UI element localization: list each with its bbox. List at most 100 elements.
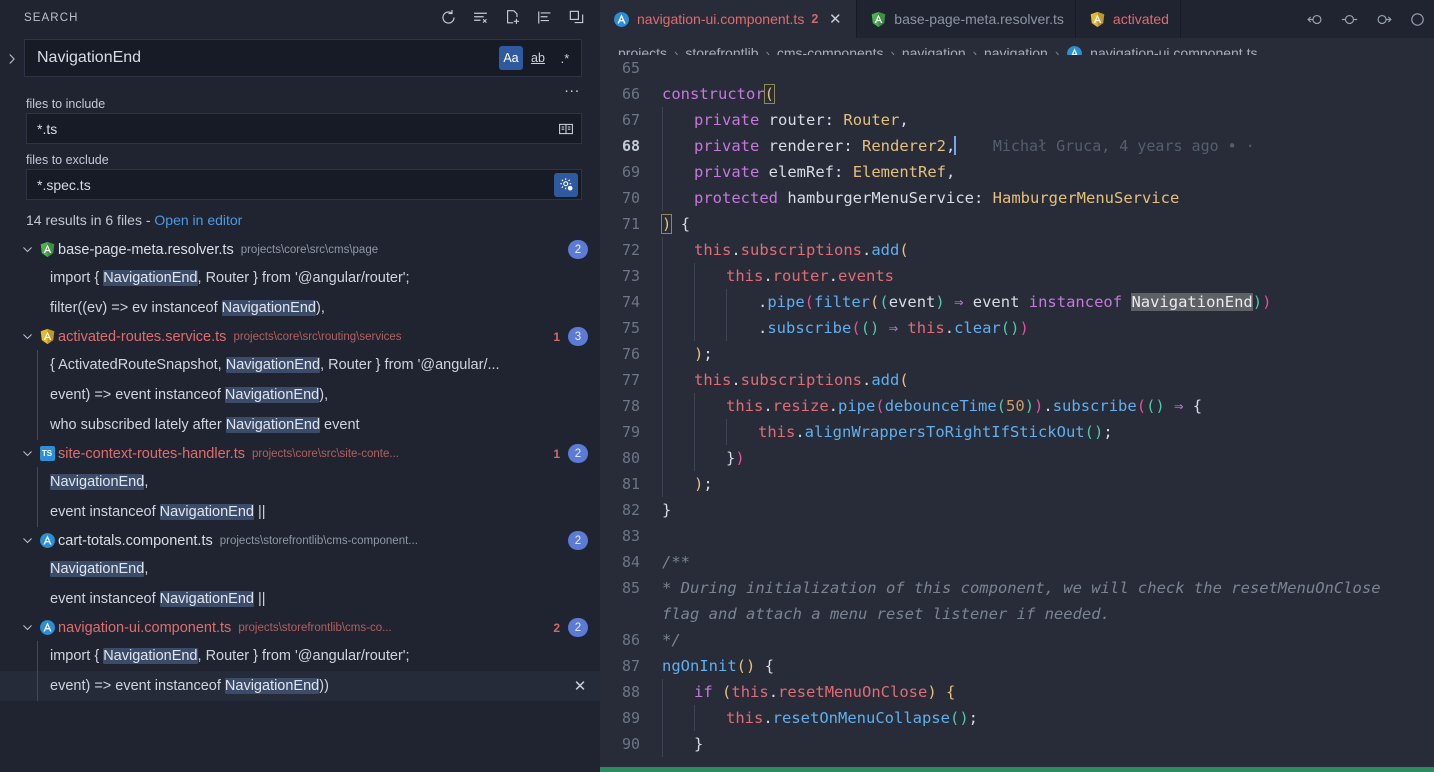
code-line[interactable]: 77 this.subscriptions.add( xyxy=(600,367,1434,393)
code-line[interactable]: 88 if (this.resetMenuOnClose) { xyxy=(600,679,1434,705)
results-count-text: 14 results in 6 files - xyxy=(26,212,155,228)
angular-file-icon-blue xyxy=(36,532,58,549)
line-number: 80 xyxy=(621,449,640,467)
editor-tab-label: navigation-ui.component.ts xyxy=(637,11,805,27)
dismiss-match-icon[interactable]: ✕ xyxy=(570,676,590,696)
code-line[interactable]: 83 xyxy=(600,523,1434,549)
match-case-toggle[interactable]: Aa xyxy=(499,46,523,70)
chevron-down-icon[interactable] xyxy=(18,447,36,460)
search-match-highlight: NavigationEnd xyxy=(1131,293,1253,311)
search-result-match-row[interactable]: event instanceof NavigationEnd || xyxy=(0,584,600,614)
code-line[interactable]: 86 */ xyxy=(600,627,1434,653)
indent-guide xyxy=(726,419,727,445)
files-to-include-box[interactable] xyxy=(26,113,582,144)
open-in-editor-link[interactable]: Open in editor xyxy=(154,212,242,228)
chevron-down-icon[interactable] xyxy=(18,621,36,634)
search-result-filepath: projects\storefrontlib\cms-co... xyxy=(238,621,392,634)
use-regex-toggle[interactable]: .* xyxy=(553,46,577,70)
code-line[interactable]: 67 private router: Router, xyxy=(600,107,1434,133)
line-number: 67 xyxy=(621,111,640,129)
view-as-tree-icon[interactable] xyxy=(534,8,554,28)
code-line[interactable]: 78 this.resize.pipe(debounceTime(50)).sub… xyxy=(600,393,1434,419)
code-line[interactable]: 68 private renderer: Renderer2, Michał Gru… xyxy=(600,133,1434,159)
code-line[interactable]: 90} xyxy=(600,731,1434,757)
code-editor[interactable]: 65 66 constructor(67 private router: Route… xyxy=(600,55,1434,772)
editor-tab[interactable]: activated xyxy=(1076,0,1181,38)
code-line[interactable]: 84 /** xyxy=(600,549,1434,575)
open-new-search-editor-icon[interactable] xyxy=(502,8,522,28)
search-result-match-row[interactable]: event instanceof NavigationEnd || xyxy=(0,497,600,527)
editor-tab[interactable]: navigation-ui.component.ts 2 ✕ xyxy=(600,0,858,38)
code-line[interactable]: 66 constructor( xyxy=(600,81,1434,107)
vscode-window: SEARCH NavigationEnd Aa ab .* ... files … xyxy=(0,0,1434,772)
search-result-filepath: projects\storefrontlib\cms-component... xyxy=(219,534,418,547)
search-result-file-row[interactable]: base-page-meta.resolver.ts projects\core\… xyxy=(0,236,600,263)
use-exclude-settings-icon[interactable] xyxy=(554,172,578,197)
search-result-file-row[interactable]: TS site-context-routes-handler.ts projects… xyxy=(0,440,600,467)
search-result-match-row[interactable]: who subscribed lately after NavigationEn… xyxy=(0,410,600,440)
code-line-text: protected hamburgerMenuService: Hamburge… xyxy=(662,185,1434,211)
close-icon[interactable]: ✕ xyxy=(825,9,845,29)
use-open-editors-icon[interactable] xyxy=(554,117,578,141)
search-result-file-row[interactable]: cart-totals.component.ts projects\storefr… xyxy=(0,527,600,554)
code-line-text: if (this.resetMenuOnClose) { xyxy=(662,679,1434,705)
indent-guide xyxy=(662,133,663,159)
clear-search-results-icon[interactable] xyxy=(470,8,490,28)
code-line[interactable]: 65 xyxy=(600,55,1434,81)
angular-file-icon-green xyxy=(36,241,58,258)
toggle-search-details-chevron-icon[interactable] xyxy=(0,39,24,79)
code-line[interactable]: 76); xyxy=(600,341,1434,367)
files-to-exclude-box[interactable] xyxy=(26,169,582,200)
search-result-match-row[interactable]: filter((ev) => ev instanceof NavigationE… xyxy=(0,293,600,323)
chevron-down-icon[interactable] xyxy=(18,534,36,547)
search-input[interactable] xyxy=(35,48,499,68)
search-result-match-row[interactable]: event) => event instanceof NavigationEnd… xyxy=(0,671,600,701)
search-result-match-row[interactable]: { ActivatedRouteSnapshot, NavigationEnd,… xyxy=(0,350,600,380)
code-line[interactable]: 79 this.alignWrappersToRightIfStickOut(); xyxy=(600,419,1434,445)
chevron-down-icon[interactable] xyxy=(18,243,36,256)
current-location-icon[interactable] xyxy=(1338,8,1360,30)
search-result-match-row[interactable]: NavigationEnd, xyxy=(0,554,600,584)
search-result-match-row[interactable]: import { NavigationEnd, Router } from '@… xyxy=(0,641,600,671)
match-highlight: NavigationEnd xyxy=(159,504,254,520)
chevron-down-icon[interactable] xyxy=(18,330,36,343)
code-line[interactable]: 74 .pipe(filter((event) ⇒ event instanceo… xyxy=(600,289,1434,315)
split-editor-icon[interactable] xyxy=(1406,8,1428,30)
code-line[interactable]: 85 * During initialization of this compon… xyxy=(600,575,1434,627)
code-line[interactable]: 87 ngOnInit() { xyxy=(600,653,1434,679)
match-text: who subscribed lately after NavigationEn… xyxy=(50,417,360,433)
go-forward-icon[interactable] xyxy=(1372,8,1394,30)
code-line[interactable]: 81); xyxy=(600,471,1434,497)
code-line[interactable]: 89 this.resetOnMenuCollapse(); xyxy=(600,705,1434,731)
code-line[interactable]: 82} xyxy=(600,497,1434,523)
code-line[interactable]: 75 .subscribe(() ⇒ this.clear()) xyxy=(600,315,1434,341)
refresh-icon[interactable] xyxy=(438,8,458,28)
code-line[interactable]: 69 private elemRef: ElementRef, xyxy=(600,159,1434,185)
files-to-exclude-input[interactable] xyxy=(35,175,554,194)
files-to-include-input[interactable] xyxy=(35,119,554,138)
search-result-file-row[interactable]: navigation-ui.component.ts projects\store… xyxy=(0,614,600,641)
search-result-match-row[interactable]: import { NavigationEnd, Router } from '@… xyxy=(0,263,600,293)
toggle-search-details-icon[interactable]: ... xyxy=(564,80,580,95)
match-highlight: NavigationEnd xyxy=(221,300,316,316)
go-back-icon[interactable] xyxy=(1304,8,1326,30)
search-result-file-row[interactable]: activated-routes.service.ts projects\core… xyxy=(0,323,600,350)
code-line[interactable]: 80}) xyxy=(600,445,1434,471)
search-result-match-row[interactable]: event) => event instanceof NavigationEnd… xyxy=(0,380,600,410)
code-line[interactable]: 73 this.router.events xyxy=(600,263,1434,289)
search-result-filepath: projects\core\src\site-conte... xyxy=(251,447,399,460)
match-whole-word-toggle[interactable]: ab xyxy=(526,46,550,70)
search-results-tree[interactable]: base-page-meta.resolver.ts projects\core\… xyxy=(0,236,600,772)
code-line[interactable]: 71) { xyxy=(600,211,1434,237)
editor-tab-label: base-page-meta.resolver.ts xyxy=(894,11,1064,27)
line-number: 71 xyxy=(621,215,640,233)
code-line[interactable]: 70 protected hamburgerMenuService: Hambur… xyxy=(600,185,1434,211)
editor-tab[interactable]: base-page-meta.resolver.ts xyxy=(857,0,1076,38)
search-input-box[interactable]: Aa ab .* xyxy=(24,39,582,77)
collapse-all-icon[interactable] xyxy=(566,8,586,28)
files-to-exclude-label: files to exclude xyxy=(26,153,109,167)
search-result-match-row[interactable]: NavigationEnd, xyxy=(0,467,600,497)
line-number: 85 xyxy=(621,579,640,597)
code-line[interactable]: 72 this.subscriptions.add( xyxy=(600,237,1434,263)
match-whole-word-label: ab xyxy=(531,51,545,65)
